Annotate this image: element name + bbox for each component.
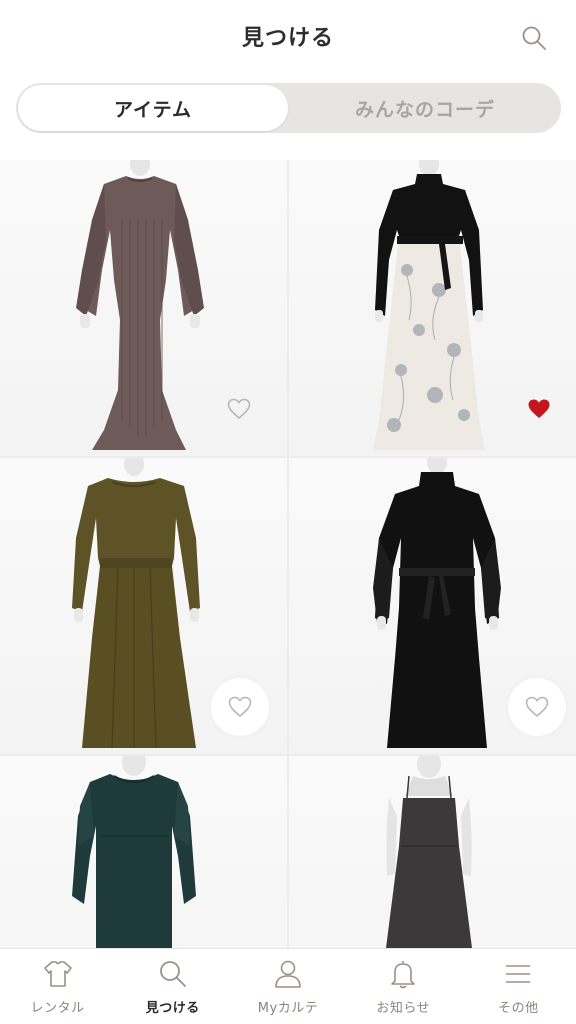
shirt-icon [43, 961, 72, 987]
nav-label: レンタル [30, 1001, 85, 1016]
favorite-button[interactable] [211, 678, 269, 736]
nav-label: 見つける [145, 1001, 200, 1016]
nav-label: お知らせ [376, 1001, 431, 1016]
bell-icon [391, 961, 416, 989]
product-card[interactable] [0, 756, 287, 948]
heart-outline-icon [228, 696, 252, 717]
heart-outline-icon [525, 696, 549, 717]
page-title: 見つける [241, 26, 334, 51]
app-screen: 見つける みんなのコーデ アイテム レンタル 見つける Myカルテ お知らせ そ… [0, 0, 576, 1024]
search-icon [159, 961, 186, 987]
product-card[interactable] [289, 458, 576, 754]
favorite-button[interactable] [210, 380, 268, 438]
search-icon [522, 26, 546, 50]
product-card[interactable] [289, 756, 576, 948]
nav-my-karte[interactable]: Myカルテ [230, 949, 345, 1024]
search-button[interactable] [520, 24, 548, 52]
segmented-control: みんなのコーデ アイテム [16, 83, 561, 133]
favorite-button[interactable] [510, 380, 568, 438]
person-icon [275, 960, 301, 988]
heart-outline-icon [227, 398, 251, 419]
product-card[interactable] [0, 458, 287, 754]
product-card[interactable] [0, 160, 287, 456]
nav-rental[interactable]: レンタル [0, 949, 115, 1024]
nav-other[interactable]: その他 [461, 949, 576, 1024]
nav-notifications[interactable]: お知らせ [346, 949, 461, 1024]
tab-items[interactable]: アイテム [18, 85, 288, 131]
tab-everyone-coordinates[interactable]: みんなのコーデ [289, 83, 561, 133]
product-image [72, 756, 196, 948]
heart-filled-icon [528, 399, 550, 418]
product-grid [0, 160, 576, 948]
nav-discover[interactable]: 見つける [115, 949, 230, 1024]
nav-label: Myカルテ [257, 1001, 319, 1016]
favorite-button[interactable] [508, 678, 566, 736]
product-image [386, 756, 472, 948]
header: 見つける [0, 0, 576, 76]
bottom-navigation: レンタル 見つける Myカルテ お知らせ その他 [0, 948, 576, 1024]
menu-icon [506, 965, 531, 983]
nav-label: その他 [498, 1001, 539, 1016]
product-card[interactable] [289, 160, 576, 456]
